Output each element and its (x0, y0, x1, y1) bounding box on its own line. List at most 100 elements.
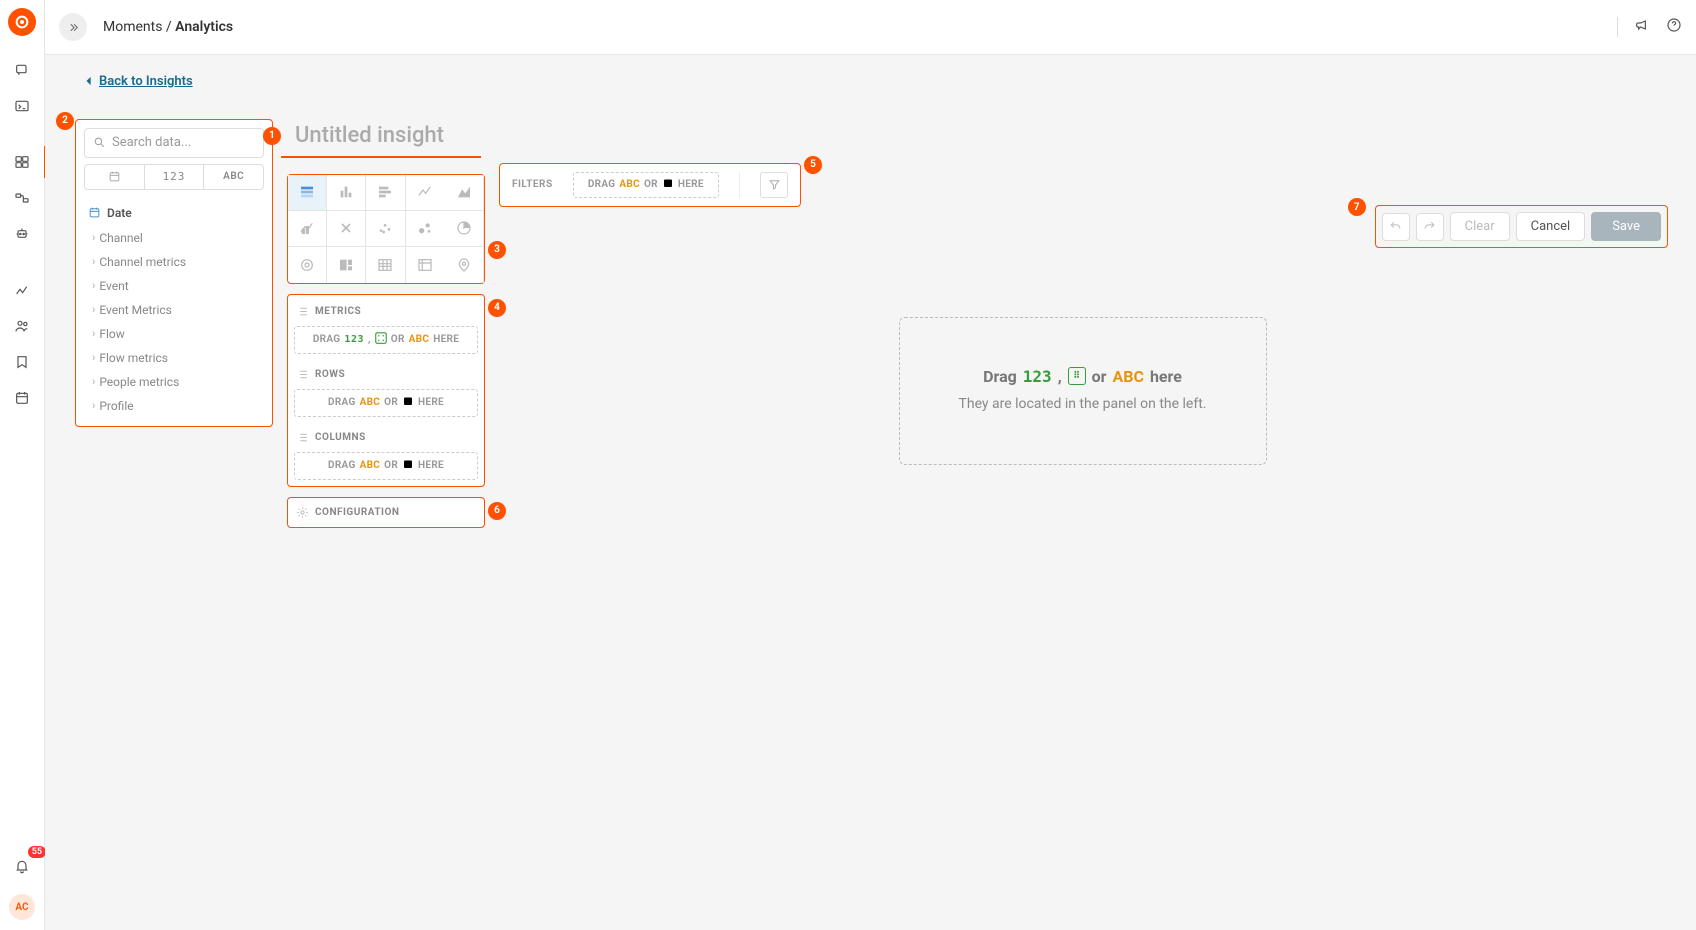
config-column: 1 Untitled insight 3 (287, 119, 485, 528)
nav-journeys[interactable] (8, 184, 36, 212)
column-chart-icon (338, 184, 354, 200)
combo-chart-icon (299, 220, 315, 236)
tree-item[interactable]: ›Event Metrics (84, 298, 264, 322)
save-button[interactable]: Save (1591, 212, 1661, 241)
map-pin-icon (456, 257, 472, 273)
chart-type-bar[interactable] (366, 175, 405, 211)
filter-settings-button[interactable] (760, 172, 788, 198)
nav-reports[interactable] (8, 276, 36, 304)
type-date[interactable] (85, 165, 145, 189)
help-button[interactable] (1666, 17, 1682, 37)
search-data-input[interactable]: Search data... (84, 128, 264, 158)
notifications-button[interactable]: 55 (8, 852, 36, 880)
metrics-rows-columns-panel: 4 METRICS DRAG 123, OR ABC HERE ROWS DRA… (287, 294, 485, 487)
calendar-icon (662, 177, 674, 189)
chart-type-combo[interactable] (288, 211, 327, 247)
chart-type-pie[interactable] (445, 211, 484, 247)
filters-label: FILTERS (512, 179, 553, 190)
tree-date-header[interactable]: Date (84, 200, 264, 226)
chart-type-bubble[interactable] (406, 211, 445, 247)
bubble-icon (417, 220, 433, 236)
chart-type-geo[interactable] (445, 247, 484, 283)
user-avatar[interactable]: AC (9, 894, 35, 920)
actions-bar: 7 Clear Cancel Save (1375, 205, 1668, 248)
nav-analytics[interactable] (8, 148, 36, 176)
bell-icon (14, 858, 30, 874)
tree-item[interactable]: ›People metrics (84, 370, 264, 394)
chart-type-treemap[interactable] (327, 247, 366, 283)
bar-chart-icon (377, 184, 393, 200)
nav-people[interactable] (8, 312, 36, 340)
donut-icon (299, 257, 315, 273)
nav-saved[interactable] (8, 348, 36, 376)
headline-icon (338, 220, 354, 236)
annotation-5: 5 (804, 156, 822, 174)
chart-type-table[interactable] (288, 175, 327, 211)
rows-header: ROWS (294, 364, 478, 389)
rows-dropzone[interactable]: DRAG ABC OR HERE (294, 389, 478, 417)
nav-messages[interactable] (8, 56, 36, 84)
content-area: Back to Insights 7 Clear Cancel Save 2 S… (45, 55, 1696, 930)
tree-item[interactable]: ›Flow metrics (84, 346, 264, 370)
type-text[interactable]: ABC (204, 165, 263, 189)
chart-type-pivot[interactable] (406, 247, 445, 283)
search-icon (93, 136, 106, 149)
cancel-button[interactable]: Cancel (1516, 212, 1586, 241)
chart-type-donut[interactable] (288, 247, 327, 283)
tree-item[interactable]: ›Event (84, 274, 264, 298)
clear-button[interactable]: Clear (1450, 212, 1510, 241)
list-icon (296, 368, 309, 381)
metrics-dropzone[interactable]: DRAG 123, OR ABC HERE (294, 326, 478, 354)
chart-type-headline[interactable] (327, 211, 366, 247)
chart-type-column[interactable] (327, 175, 366, 211)
nav-calendar[interactable] (8, 384, 36, 412)
chevron-double-right-icon (67, 21, 80, 34)
treemap-icon (338, 257, 354, 273)
undo-button[interactable] (1382, 213, 1410, 241)
nav-console[interactable] (8, 92, 36, 120)
annotation-1: 1 (263, 127, 281, 145)
breadcrumb-root[interactable]: Moments (103, 19, 166, 35)
left-nav-rail: 55 AC (0, 0, 45, 930)
redo-button[interactable] (1416, 213, 1444, 241)
calendar-icon (88, 206, 101, 219)
columns-dropzone[interactable]: DRAG ABC OR HERE (294, 452, 478, 480)
data-type-toggle: 123 ABC (84, 164, 264, 190)
app-logo[interactable] (8, 8, 36, 36)
area-chart-icon (456, 184, 472, 200)
chart-type-area[interactable] (445, 175, 484, 211)
list-icon (296, 431, 309, 444)
chart-type-line[interactable] (406, 175, 445, 211)
nav-automation[interactable] (8, 220, 36, 248)
configuration-panel[interactable]: 6 CONFIGURATION (287, 497, 485, 528)
chart-type-scatter[interactable] (366, 211, 405, 247)
tree-item[interactable]: ›Profile (84, 394, 264, 418)
help-icon (1666, 17, 1682, 33)
filters-dropzone[interactable]: DRAG ABC OR HERE (573, 172, 719, 198)
metrics-header: METRICS (294, 301, 478, 326)
notification-badge: 55 (28, 846, 46, 858)
pivot-icon (417, 257, 433, 273)
tree-item[interactable]: ›Flow (84, 322, 264, 346)
tree-item[interactable]: ›Channel (84, 226, 264, 250)
annotation-7: 7 (1348, 198, 1366, 216)
redo-icon (1423, 220, 1436, 233)
tree-item[interactable]: ›Channel metrics (84, 250, 264, 274)
main-container: Moments / Analytics Back to Insights 7 C… (45, 0, 1696, 930)
chart-type-heatmap[interactable] (366, 247, 405, 283)
annotation-2: 2 (56, 112, 74, 130)
type-number[interactable]: 123 (145, 165, 205, 189)
filters-bar: 5 FILTERS DRAG ABC OR HERE (499, 163, 801, 207)
data-panel: 2 Search data... 123 ABC Date ›Channel (75, 119, 273, 427)
back-to-insights-link[interactable]: Back to Insights (85, 74, 193, 89)
annotation-3: 3 (488, 241, 506, 259)
chart-type-grid: 3 (287, 174, 485, 284)
annotation-4: 4 (488, 299, 506, 317)
logo-icon (14, 14, 30, 30)
funnel-icon (768, 178, 781, 191)
announcements-button[interactable] (1634, 17, 1650, 37)
insight-title-input[interactable]: Untitled insight (281, 119, 481, 158)
annotation-6: 6 (488, 502, 506, 520)
canvas-dropzone[interactable]: Drag 123, ⠿ or ABC here They are located… (899, 317, 1267, 465)
collapse-sidebar-button[interactable] (59, 13, 87, 41)
